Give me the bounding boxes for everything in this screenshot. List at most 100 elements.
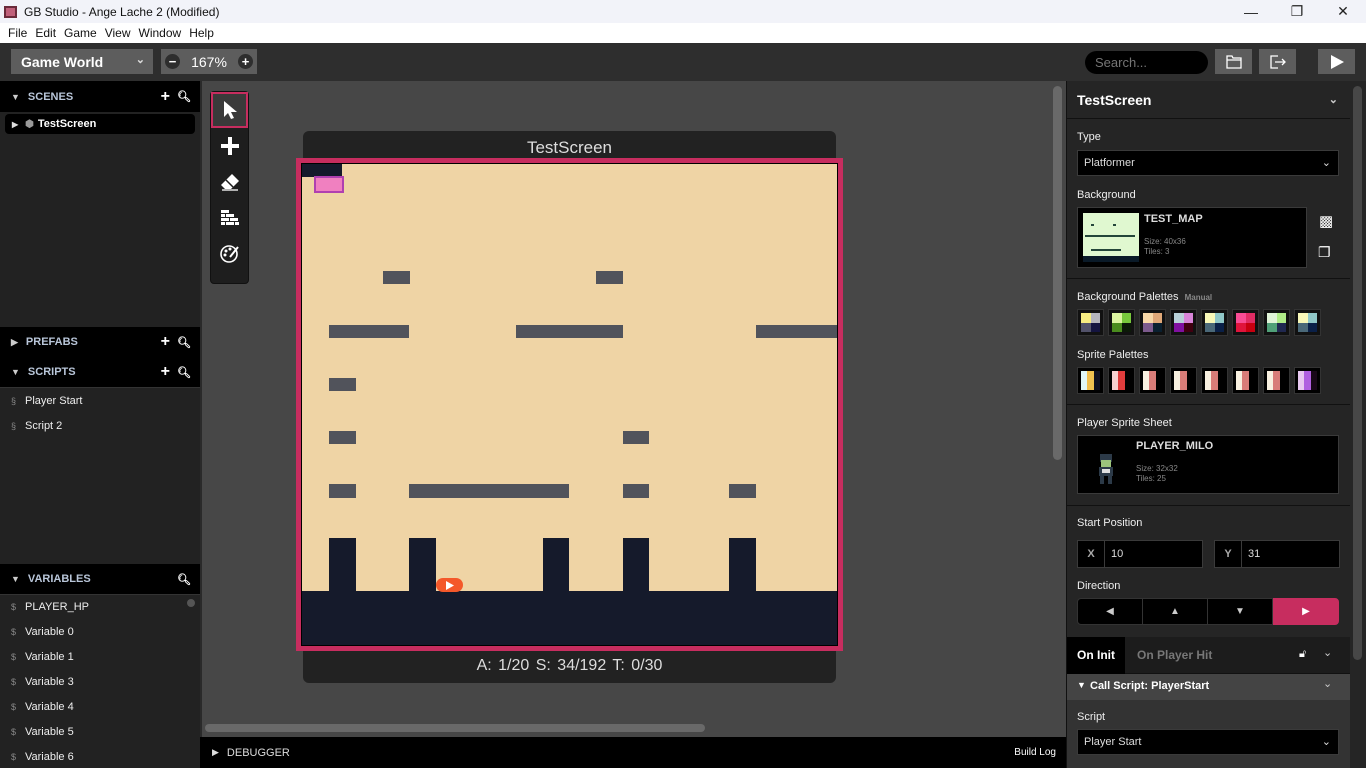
background-palette-swatch[interactable] [1139,309,1166,336]
canvas-vertical-scrollbar[interactable] [1053,86,1062,460]
variable-item[interactable]: $ PLAYER_HP [0,596,200,618]
inspector-scrollbar[interactable] [1353,86,1362,660]
search-input[interactable] [1085,51,1208,74]
actor-selection[interactable] [314,176,344,193]
y-value[interactable]: 31 [1248,541,1260,567]
player-start-marker[interactable] [436,578,463,592]
export-button[interactable] [1259,49,1296,74]
background-palette-swatch[interactable] [1294,309,1321,336]
search-scenes-icon[interactable]: 🔍︎ [177,90,191,103]
background-palette-swatch[interactable] [1077,309,1104,336]
background-select[interactable]: TEST_MAP Size: 40x36 Tiles: 3 [1077,207,1307,268]
play-button[interactable] [1318,49,1355,74]
add-tool-button[interactable] [211,128,248,164]
section-select[interactable]: Game World ⌄ [11,49,153,74]
sprite-palette-swatch[interactable] [1232,367,1259,394]
menu-file[interactable]: File [8,26,27,40]
pillar-block [409,538,436,598]
add-prefab-button[interactable]: + [161,333,170,351]
close-button[interactable]: ✕ [1320,0,1366,23]
background-palette-swatch[interactable] [1232,309,1259,336]
menu-help[interactable]: Help [189,26,214,40]
zoom-in-button[interactable]: + [238,54,253,69]
variable-name: PLAYER_HP [25,601,89,613]
scrollbar-thumb[interactable] [187,599,195,607]
zoom-out-button[interactable]: − [165,54,180,69]
sprite-palette-swatch[interactable] [1263,367,1290,394]
sidebar-divider[interactable] [200,81,202,737]
colorize-tool-button[interactable] [211,236,248,272]
menu-edit[interactable]: Edit [35,26,56,40]
scenes-header[interactable]: ▼ SCENES + 🔍︎ [0,81,200,112]
lock-icon[interactable]: 🔓︎ [1299,648,1306,661]
prefabs-header[interactable]: ▶ PREFABS + 🔍︎ [0,327,200,357]
variable-item[interactable]: $ Variable 0 [0,621,200,643]
palette-color [1152,313,1162,323]
script-item[interactable]: § Script 2 [0,415,200,437]
build-log-button[interactable]: Build Log [1014,747,1056,758]
scene-name-heading[interactable]: TestScreen [1077,92,1151,108]
tab-on-player-hit[interactable]: On Player Hit [1137,637,1212,674]
scene-canvas[interactable] [296,158,843,651]
start-y-field[interactable]: Y 31 [1214,540,1340,568]
canvas-horizontal-scrollbar[interactable] [205,724,705,732]
collisions-tool-button[interactable] [211,200,248,236]
x-value[interactable]: 10 [1111,541,1123,567]
tab-on-init[interactable]: On Init [1067,637,1125,674]
background-palette-swatch[interactable] [1263,309,1290,336]
direction-down-button[interactable]: ▼ [1207,598,1273,625]
add-scene-button[interactable]: + [161,88,170,106]
minimize-button[interactable]: — [1228,0,1274,23]
puzzle-piece-icon[interactable]: ▩ [1319,212,1333,230]
expand-triangle-icon[interactable]: ▶ [212,747,219,758]
search-variables-icon[interactable]: 🔍︎ [177,573,191,586]
script-select[interactable]: Player Start ⌄ [1077,729,1339,755]
select-tool-button[interactable] [211,92,248,128]
chevron-down-icon[interactable]: ⌄ [1329,81,1338,119]
menu-window[interactable]: Window [139,26,182,40]
player-sprite-select[interactable]: PLAYER_MILO Size: 32x32 Tiles: 25 [1077,435,1339,494]
sprite-palette-swatch[interactable] [1201,367,1228,394]
direction-right-button[interactable]: ▶ [1273,598,1339,625]
background-palette-swatch[interactable] [1108,309,1135,336]
eraser-tool-button[interactable] [211,164,248,200]
sprite-palette-swatch[interactable] [1077,367,1104,394]
zoom-control: − 167% + [161,49,257,74]
direction-up-button[interactable]: ▲ [1142,598,1208,625]
search-scripts-icon[interactable]: 🔍︎ [177,366,191,379]
variable-item[interactable]: $ Variable 1 [0,646,200,668]
background-palette-swatch[interactable] [1170,309,1197,336]
script-icon: § [11,421,17,431]
variable-item[interactable]: $ Variable 4 [0,696,200,718]
add-script-button[interactable]: + [161,363,170,381]
palette-color [1298,313,1308,323]
search-prefabs-icon[interactable]: 🔍︎ [177,336,191,349]
duplicate-icon[interactable]: ❐ [1318,244,1331,261]
variable-item[interactable]: $ Variable 5 [0,721,200,743]
chevron-down-icon[interactable]: ⌄ [1323,677,1332,690]
sprite-palette-swatch[interactable] [1108,367,1135,394]
chevron-down-icon[interactable]: ⌄ [1323,646,1332,659]
background-palette-swatch[interactable] [1201,309,1228,336]
event-header[interactable]: ▼ Call Script: PlayerStart ⌄ [1067,674,1350,700]
menu-view[interactable]: View [105,26,131,40]
variable-item[interactable]: $ Variable 3 [0,671,200,693]
scene-title[interactable]: TestScreen [303,138,836,158]
scene-item-testscreen[interactable]: ▶ ⬢ TestScreen [5,114,195,134]
sprite-palette-swatch[interactable] [1294,367,1321,394]
start-x-field[interactable]: X 10 [1077,540,1203,568]
palette-color [1121,322,1131,332]
variables-header[interactable]: ▼ VARIABLES 🔍︎ [0,564,200,595]
restore-button[interactable]: ❐ [1274,0,1320,23]
open-folder-button[interactable] [1215,49,1252,74]
debugger-toggle[interactable]: DEBUGGER [227,747,290,759]
variable-item[interactable]: $ Variable 6 [0,746,200,768]
script-item[interactable]: § Player Start [0,390,200,412]
direction-left-button[interactable]: ◀ [1077,598,1143,625]
menu-game[interactable]: Game [64,26,97,40]
ground [302,591,837,645]
sprite-palette-swatch[interactable] [1139,367,1166,394]
scripts-header[interactable]: ▼ SCRIPTS + 🔍︎ [0,357,200,388]
sprite-palette-swatch[interactable] [1170,367,1197,394]
type-select[interactable]: Platformer ⌄ [1077,150,1339,176]
